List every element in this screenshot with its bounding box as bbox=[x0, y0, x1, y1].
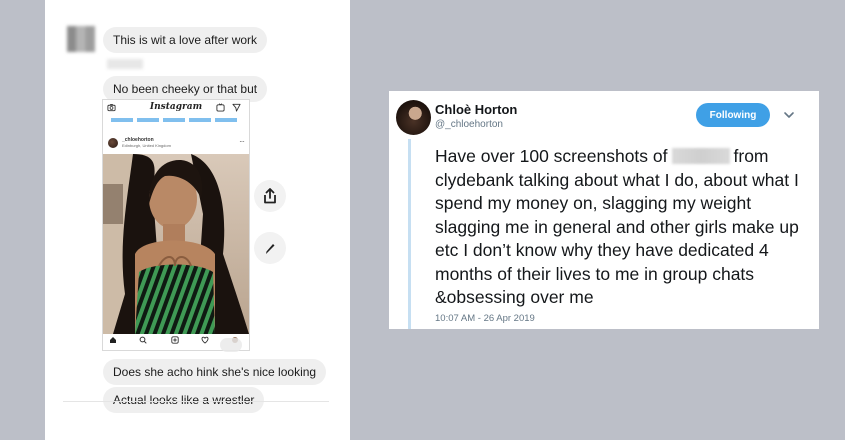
search-icon bbox=[139, 336, 147, 344]
instagram-topbar: Instagram bbox=[103, 100, 249, 116]
post-header: _chloehorton Edinburgh, United Kingdom ·… bbox=[103, 136, 249, 152]
share-button[interactable] bbox=[254, 180, 286, 212]
tweet-text-rest: from clydebank talking about what I do, … bbox=[435, 146, 799, 307]
post-avatar bbox=[108, 138, 118, 148]
add-icon bbox=[171, 336, 179, 344]
following-button[interactable]: Following bbox=[696, 103, 770, 127]
user-handle[interactable]: @_chloehorton bbox=[435, 119, 503, 130]
stories-bar bbox=[111, 118, 241, 122]
message-bubble: This is wit a love after work bbox=[103, 27, 268, 53]
message-bubble: Actual looks like a wrestler bbox=[103, 387, 265, 413]
instagram-logo: Instagram bbox=[149, 102, 203, 112]
chat-divider bbox=[63, 401, 329, 402]
instagram-screenshot[interactable]: Instagram _chloehorton Edinburgh, United… bbox=[102, 99, 250, 351]
redacted-name bbox=[671, 148, 730, 164]
chevron-down-icon[interactable] bbox=[783, 109, 795, 121]
tweet-text: Have over 100 screenshots of from clydeba… bbox=[435, 145, 815, 310]
chat-panel: This is wit a love after work No been ch… bbox=[45, 0, 350, 440]
edit-pencil-icon bbox=[266, 244, 275, 254]
direct-send-icon bbox=[232, 103, 241, 112]
thread-line bbox=[408, 139, 411, 329]
zoom-icon[interactable] bbox=[220, 338, 242, 352]
display-name[interactable]: Chloè Horton bbox=[435, 102, 517, 117]
profile-avatar[interactable] bbox=[396, 100, 431, 135]
home-icon bbox=[110, 337, 116, 343]
blurred-text bbox=[107, 59, 143, 69]
more-icon: ··· bbox=[239, 137, 245, 146]
post-photo bbox=[103, 154, 249, 334]
blurred-avatar bbox=[67, 26, 95, 52]
igtv-icon bbox=[216, 103, 225, 112]
share-icon bbox=[264, 188, 276, 204]
tweet-text-start: Have over 100 screenshots of bbox=[435, 146, 668, 166]
edit-button[interactable] bbox=[254, 232, 286, 264]
message-bubble: Does she acho hink she's nice looking bbox=[103, 359, 327, 385]
tweet-card: Chloè Horton @_chloehorton Following Hav… bbox=[389, 91, 819, 329]
heart-icon bbox=[201, 336, 209, 344]
post-location: Edinburgh, United Kingdom bbox=[122, 143, 171, 148]
tweet-timestamp[interactable]: 10:07 AM - 26 Apr 2019 bbox=[435, 313, 535, 324]
